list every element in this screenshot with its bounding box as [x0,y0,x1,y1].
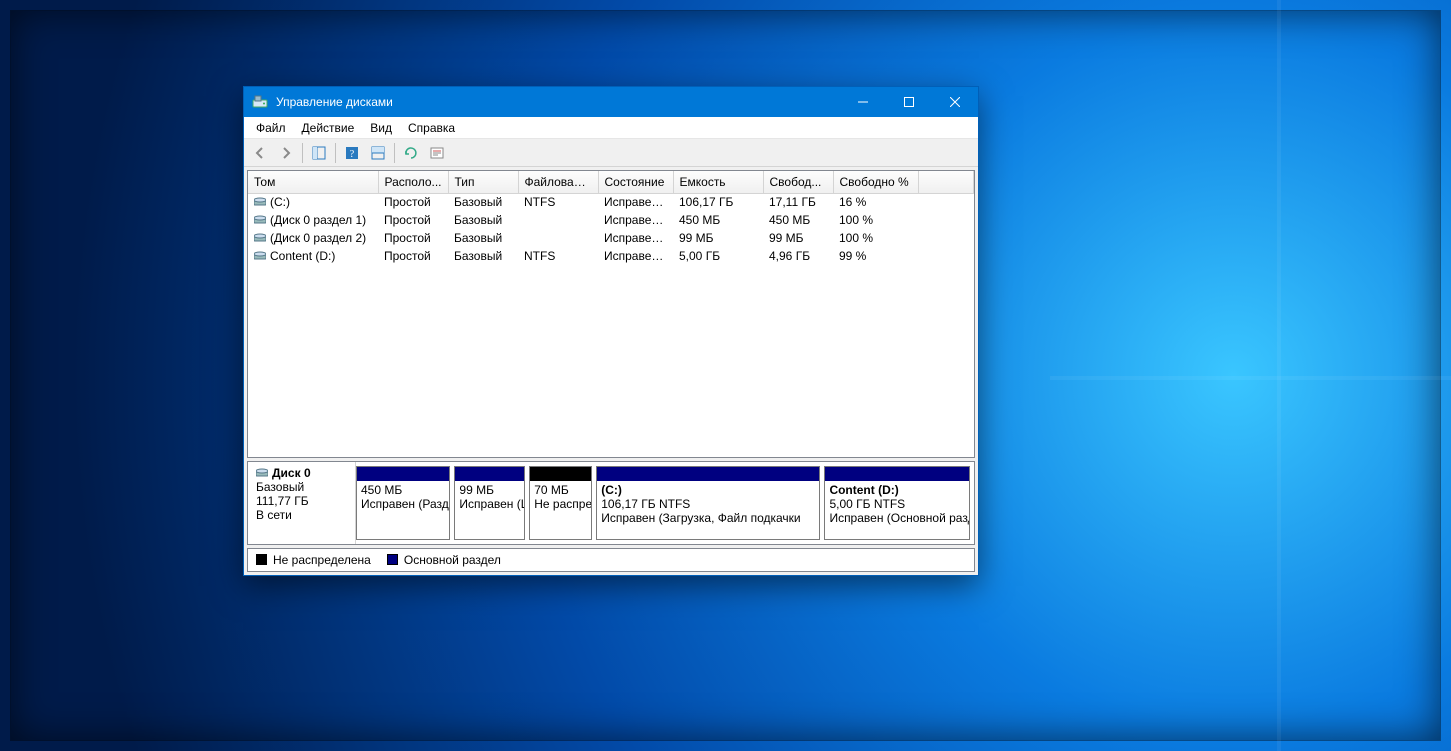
disk-icon [256,467,268,477]
menu-action[interactable]: Действие [294,119,363,137]
disk-status: В сети [256,508,292,522]
separator [335,143,336,163]
col-pct[interactable]: Свободно % [833,171,918,193]
col-free[interactable]: Свобод... [763,171,833,193]
table-row[interactable]: Content (D:)ПростойБазовыйNTFSИсправен..… [248,247,974,265]
partition-stripe [530,467,591,481]
legend-unallocated: Не распределена [256,553,371,567]
show-hide-tree-button[interactable] [307,141,331,165]
back-button[interactable] [248,141,272,165]
partition-block[interactable]: 450 МБИсправен (Раздел [356,466,450,540]
rescan-button[interactable] [399,141,423,165]
menu-view[interactable]: Вид [362,119,400,137]
partition-stripe [825,467,969,481]
close-button[interactable] [932,87,978,117]
col-volume[interactable]: Том [248,171,378,193]
partition-stripe [455,467,524,481]
graphical-view-pane: Диск 0 Базовый 111,77 ГБ В сети 450 МБИс… [247,461,975,545]
maximize-button[interactable] [886,87,932,117]
volume-icon [254,232,266,242]
partition-block[interactable]: (C:)106,17 ГБ NTFSИсправен (Загрузка, Фа… [596,466,820,540]
table-row[interactable]: (Диск 0 раздел 2)ПростойБазовыйИсправен.… [248,229,974,247]
volumes-list-pane[interactable]: Том Располо... Тип Файловая с... Состоян… [247,170,975,458]
disk-type: Базовый [256,480,304,494]
partition-body: 70 МБНе распред [530,481,591,513]
refresh-button[interactable] [366,141,390,165]
volume-icon [254,250,266,260]
partition-body: Content (D:)5,00 ГБ NTFSИсправен (Основн… [825,481,969,527]
disk-size: 111,77 ГБ [256,494,309,508]
properties-button[interactable] [425,141,449,165]
separator [302,143,303,163]
help-button[interactable]: ? [340,141,364,165]
partition-body: 450 МБИсправен (Раздел [357,481,449,513]
legend-swatch-blue [387,554,398,565]
legend-pane: Не распределена Основной раздел [247,548,975,572]
desktop: Управление дисками Файл Действие Вид Спр… [0,0,1451,751]
partition-body: 99 МБИсправен (Ш [455,481,524,513]
menu-file[interactable]: Файл [248,119,294,137]
menubar: Файл Действие Вид Справка [244,117,978,139]
volumes-table: Том Располо... Тип Файловая с... Состоян… [248,171,974,265]
partition-block[interactable]: Content (D:)5,00 ГБ NTFSИсправен (Основн… [824,466,970,540]
toolbar: ? [244,139,978,167]
wallpaper-decor [1050,376,1451,380]
col-type[interactable]: Тип [448,171,518,193]
legend-unallocated-label: Не распределена [273,553,371,567]
minimize-button[interactable] [840,87,886,117]
volume-icon [254,214,266,224]
partition-stripe [597,467,819,481]
disk-name: Диск 0 [272,466,311,480]
app-icon [252,94,268,110]
titlebar[interactable]: Управление дисками [244,87,978,117]
separator [394,143,395,163]
col-status[interactable]: Состояние [598,171,673,193]
partition-stripe [357,467,449,481]
table-row[interactable]: (C:)ПростойБазовыйNTFSИсправен...106,17 … [248,193,974,211]
partition-block[interactable]: 99 МБИсправен (Ш [454,466,525,540]
legend-primary: Основной раздел [387,553,501,567]
col-fs[interactable]: Файловая с... [518,171,598,193]
col-empty[interactable] [918,171,974,193]
content-area: Том Располо... Тип Файловая с... Состоян… [244,167,978,575]
menu-help[interactable]: Справка [400,119,463,137]
legend-swatch-black [256,554,267,565]
col-capacity[interactable]: Емкость [673,171,763,193]
table-row[interactable]: (Диск 0 раздел 1)ПростойБазовыйИсправен.… [248,211,974,229]
disk-management-window: Управление дисками Файл Действие Вид Спр… [243,86,979,576]
forward-button[interactable] [274,141,298,165]
window-title: Управление дисками [276,95,393,109]
disk-partitions-row: 450 МБИсправен (Раздел99 МБИсправен (Ш70… [356,462,974,544]
col-layout[interactable]: Располо... [378,171,448,193]
disk-header[interactable]: Диск 0 Базовый 111,77 ГБ В сети [248,462,356,544]
partition-body: (C:)106,17 ГБ NTFSИсправен (Загрузка, Фа… [597,481,819,527]
svg-text:?: ? [350,149,355,160]
volume-icon [254,196,266,206]
legend-primary-label: Основной раздел [404,553,501,567]
partition-block[interactable]: 70 МБНе распред [529,466,592,540]
